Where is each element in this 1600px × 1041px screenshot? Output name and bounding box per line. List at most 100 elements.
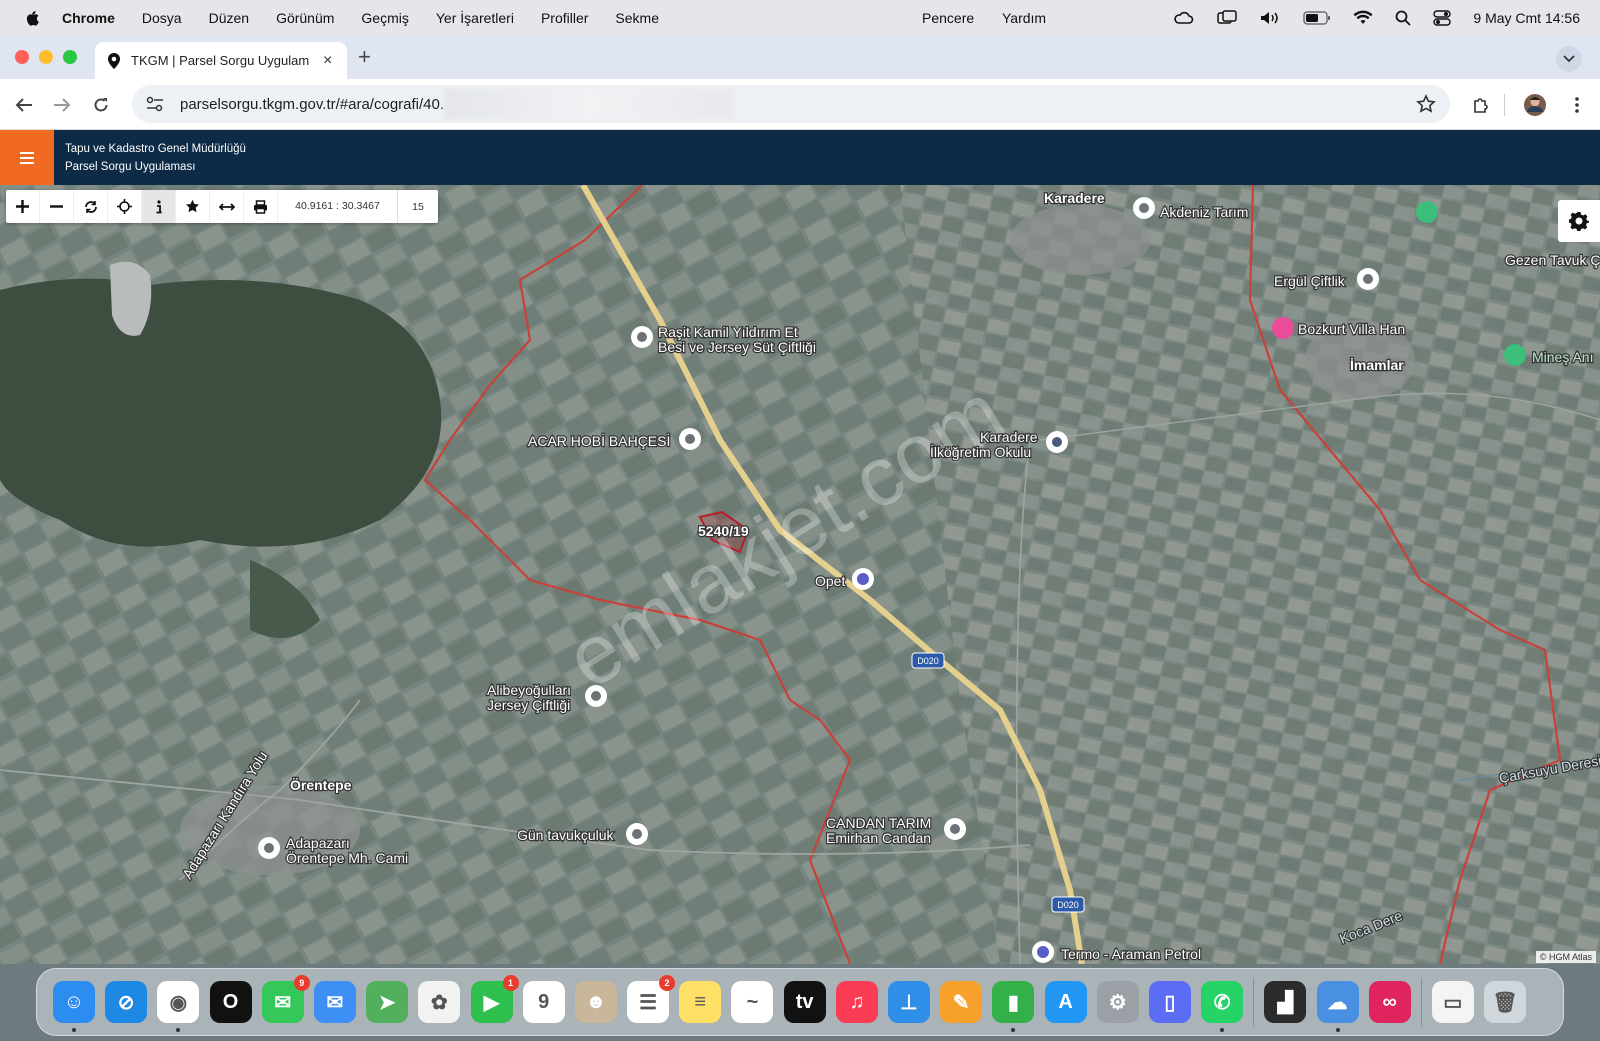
- menu-gorunum[interactable]: Görünüm: [276, 10, 334, 26]
- arrow-left-icon: [15, 98, 32, 112]
- finder-icon: ☺: [63, 990, 85, 1013]
- map-settings-button[interactable]: [1558, 200, 1600, 242]
- measure-button[interactable]: [210, 190, 244, 223]
- print-button[interactable]: [244, 190, 278, 223]
- search-icon[interactable]: [1395, 10, 1412, 26]
- creative-cloud-icon[interactable]: [1173, 10, 1195, 26]
- org-name: Tapu ve Kadastro Genel Müdürlüğü: [65, 143, 246, 155]
- dock-app-music[interactable]: ♫: [835, 981, 878, 1023]
- reload-button[interactable]: [88, 92, 114, 118]
- dock-app-facetime[interactable]: ▶ 1: [470, 975, 519, 1023]
- poi-marker-park[interactable]: [1416, 201, 1438, 223]
- dock-app-whatsapp[interactable]: ✆: [1201, 981, 1244, 1032]
- menu-sekme[interactable]: Sekme: [615, 10, 659, 26]
- arrow-right-icon: [54, 98, 71, 112]
- satellite-map[interactable]: D020 D020 5240/19 emlakjet.com Karadere: [0, 185, 1600, 964]
- dock-app-safari[interactable]: ⊘: [105, 981, 148, 1023]
- freeform-icon: ~: [746, 990, 759, 1013]
- address-bar[interactable]: parselsorgu.tkgm.gov.tr/#ara/cografi/40.: [132, 85, 1450, 123]
- dock-app-trash[interactable]: 🗑: [1484, 981, 1527, 1023]
- dock-app-opera[interactable]: O: [209, 981, 252, 1023]
- label-gezen-tavuk: Gezen Tavuk Ç: [1505, 252, 1600, 268]
- print-icon: [254, 199, 267, 214]
- refresh-button[interactable]: [74, 190, 108, 223]
- dock-app-migration[interactable]: ☁: [1316, 981, 1359, 1032]
- dock-app-freeform[interactable]: ~: [731, 981, 774, 1023]
- poi-marker-bozkurt[interactable]: [1272, 317, 1294, 339]
- dock-app-finder[interactable]: ☺: [53, 981, 95, 1032]
- menu-profiller[interactable]: Profiller: [541, 10, 588, 26]
- notification-badge: 9: [293, 975, 310, 991]
- screen-mirroring-icon[interactable]: [1217, 10, 1238, 26]
- dock-app-activity-monitor[interactable]: ▟: [1264, 981, 1307, 1023]
- dock-app-contacts[interactable]: ☻: [574, 981, 617, 1023]
- creative-cloud-icon: ∞: [1382, 990, 1397, 1013]
- forward-button[interactable]: [49, 92, 75, 118]
- profile-avatar[interactable]: [1522, 92, 1548, 118]
- whatsapp-icon: ✆: [1213, 991, 1231, 1014]
- redacted-url-area: [444, 89, 735, 119]
- label-akdeniz-tarim: Akdeniz Tarım: [1160, 204, 1248, 220]
- poi-marker-mines[interactable]: [1504, 344, 1526, 366]
- minimize-window-button[interactable]: [39, 50, 53, 64]
- battery-icon[interactable]: [1303, 11, 1331, 25]
- label-bozkurt-villa: Bozkurt Villa Han: [1298, 321, 1405, 337]
- dock-app-chrome[interactable]: ◉: [157, 981, 200, 1032]
- zoom-window-button[interactable]: [63, 50, 77, 64]
- dock-app-maps[interactable]: ➤: [366, 981, 409, 1023]
- apple-logo-icon[interactable]: [22, 8, 42, 28]
- menubar-clock[interactable]: 9 May Cmt 14:56: [1473, 10, 1580, 26]
- music-icon: ♫: [849, 990, 865, 1013]
- locate-button[interactable]: [108, 190, 142, 223]
- dock-app-app-store[interactable]: A: [1044, 981, 1087, 1023]
- new-tab-button[interactable]: +: [358, 44, 371, 70]
- dock-app-messages[interactable]: ✉ 9: [261, 975, 310, 1023]
- dock-app-preview[interactable]: ▭: [1431, 981, 1474, 1023]
- active-tab[interactable]: TKGM | Parsel Sorgu Uygulam ×: [95, 42, 347, 79]
- zoom-out-button[interactable]: [40, 190, 74, 223]
- extensions-icon[interactable]: [1468, 92, 1494, 118]
- control-center-icon[interactable]: [1433, 10, 1452, 26]
- tab-close-icon[interactable]: ×: [323, 52, 332, 70]
- dock-app-iphone-mirroring[interactable]: ▯: [1148, 981, 1191, 1023]
- menu-dosya[interactable]: Dosya: [142, 10, 182, 26]
- d020-shield-1-text: D020: [917, 656, 939, 666]
- dock-app-reminders[interactable]: ☰ 2: [627, 975, 676, 1023]
- wifi-icon[interactable]: [1353, 10, 1373, 26]
- back-button[interactable]: [11, 92, 37, 118]
- volume-icon[interactable]: [1259, 10, 1281, 26]
- info-button[interactable]: [142, 190, 176, 223]
- label-rasit-2: Besi ve Jersey Süt Çiftliği: [658, 339, 816, 355]
- dock-app-photos[interactable]: ✿: [418, 981, 461, 1023]
- dock-app-creative-cloud[interactable]: ∞: [1368, 981, 1411, 1023]
- bookmark-star-icon[interactable]: [1416, 94, 1436, 118]
- hamburger-menu-button[interactable]: [0, 130, 54, 185]
- dock-app-apple-tv[interactable]: tv: [783, 981, 826, 1023]
- menu-duzen[interactable]: Düzen: [209, 10, 249, 26]
- menu-pencere[interactable]: Pencere: [922, 10, 974, 26]
- dock-app-mail[interactable]: ✉: [313, 981, 356, 1023]
- notes-icon: ≡: [694, 990, 707, 1013]
- tab-search-button[interactable]: [1556, 46, 1582, 72]
- dock-app-keynote[interactable]: ⊥: [888, 981, 930, 1023]
- chrome-menu-icon[interactable]: [1564, 92, 1590, 118]
- menu-app-chrome[interactable]: Chrome: [62, 10, 115, 26]
- dock-app-numbers[interactable]: ▮: [992, 981, 1035, 1032]
- dock-app-calendar[interactable]: 9: [522, 981, 565, 1023]
- apple-tv-icon: tv: [795, 990, 814, 1013]
- menu-yer-isaretleri[interactable]: Yer İşaretleri: [436, 10, 514, 26]
- site-settings-icon[interactable]: [146, 96, 164, 112]
- favorite-button[interactable]: [176, 190, 210, 223]
- map-canvas[interactable]: D020 D020 5240/19 emlakjet.com Karadere: [0, 185, 1600, 964]
- dock-app-system-settings[interactable]: ⚙: [1096, 981, 1139, 1023]
- map-attribution[interactable]: © HGM Atlas: [1535, 951, 1596, 963]
- menu-gecmis[interactable]: Geçmiş: [361, 10, 408, 26]
- close-window-button[interactable]: [15, 50, 29, 64]
- dock-app-notes[interactable]: ≡: [679, 981, 722, 1023]
- zoom-in-button[interactable]: [6, 190, 40, 223]
- browser-toolbar: parselsorgu.tkgm.gov.tr/#ara/cografi/40.: [0, 79, 1600, 130]
- menu-yardim[interactable]: Yardım: [1002, 10, 1046, 26]
- arrows-horizontal-icon: [218, 202, 235, 211]
- dock-app-pages[interactable]: ✎: [940, 981, 983, 1023]
- pages-icon: ✎: [952, 991, 970, 1014]
